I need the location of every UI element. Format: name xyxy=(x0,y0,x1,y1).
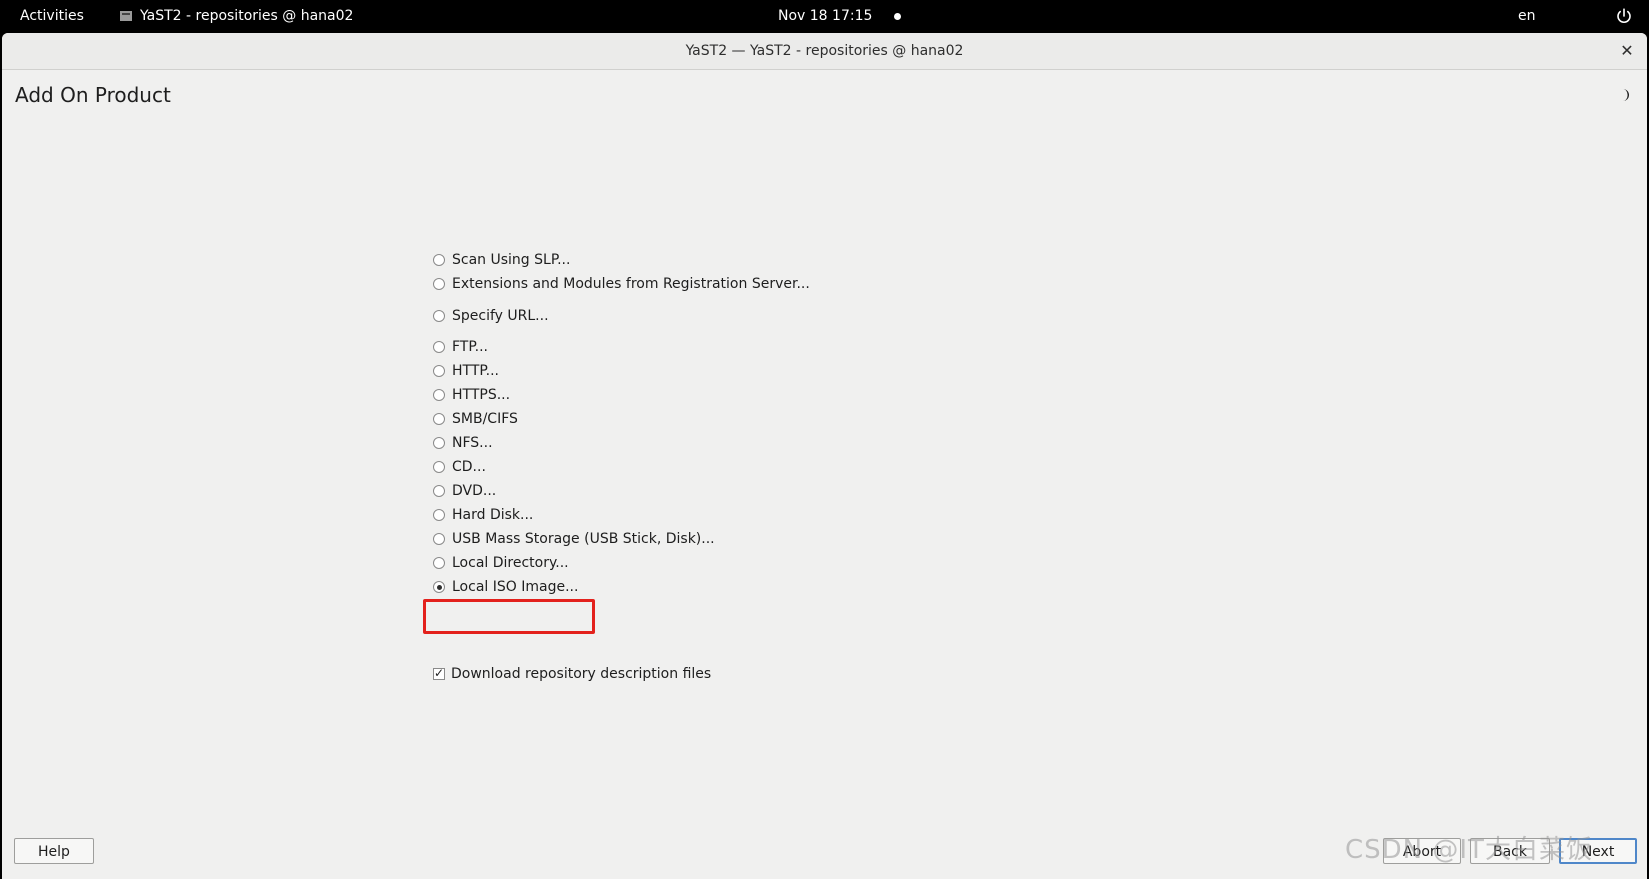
yast-window: YaST2 — YaST2 - repositories @ hana02 ✕ … xyxy=(2,33,1647,879)
radio-button[interactable] xyxy=(433,485,445,497)
radio-label: CD... xyxy=(452,459,486,475)
radio-label: Extensions and Modules from Registration… xyxy=(452,276,810,292)
power-icon[interactable] xyxy=(1616,8,1632,24)
download-description-checkbox-row[interactable]: ✓ Download repository description files xyxy=(433,663,711,685)
radio-label: Local Directory... xyxy=(452,555,569,571)
window-title: YaST2 — YaST2 - repositories @ hana02 xyxy=(685,43,964,59)
app-menu[interactable]: YaST2 - repositories @ hana02 xyxy=(120,8,353,24)
moon-icon[interactable] xyxy=(1619,88,1633,102)
radio-button[interactable] xyxy=(433,278,445,290)
radio-button[interactable] xyxy=(433,533,445,545)
radio-button[interactable] xyxy=(433,341,445,353)
app-menu-label: YaST2 - repositories @ hana02 xyxy=(140,8,354,24)
radio-usb-mass-storage[interactable]: USB Mass Storage (USB Stick, Disk)... xyxy=(433,528,715,550)
radio-smb-cifs[interactable]: SMB/CIFS xyxy=(433,408,518,430)
radio-label: HTTP... xyxy=(452,363,499,379)
radio-button[interactable] xyxy=(433,461,445,473)
activities-button[interactable]: Activities xyxy=(20,8,84,24)
checkmark-icon: ✓ xyxy=(434,666,445,680)
notification-dot-icon xyxy=(894,13,901,20)
radio-hard-disk[interactable]: Hard Disk... xyxy=(433,504,533,526)
radio-label: Local ISO Image... xyxy=(452,579,579,595)
radio-https[interactable]: HTTPS... xyxy=(433,384,510,406)
radio-button[interactable] xyxy=(433,254,445,266)
checkbox-label: Download repository description files xyxy=(451,666,712,682)
radio-scan-slp[interactable]: Scan Using SLP... xyxy=(433,249,570,271)
abort-button[interactable]: Abort xyxy=(1383,838,1461,864)
radio-label: DVD... xyxy=(452,483,497,499)
language-indicator[interactable]: en xyxy=(1518,8,1536,24)
window-titlebar[interactable]: YaST2 — YaST2 - repositories @ hana02 ✕ xyxy=(2,33,1647,70)
radio-button[interactable] xyxy=(433,413,445,425)
radio-label: Hard Disk... xyxy=(452,507,534,523)
radio-button[interactable] xyxy=(433,310,445,322)
radio-button[interactable] xyxy=(433,437,445,449)
highlight-annotation xyxy=(423,599,595,634)
radio-button[interactable] xyxy=(433,557,445,569)
radio-button[interactable] xyxy=(433,389,445,401)
radio-http[interactable]: HTTP... xyxy=(433,360,499,382)
app-icon xyxy=(120,11,132,21)
radio-local-directory[interactable]: Local Directory... xyxy=(433,552,569,574)
page-title: Add On Product xyxy=(15,83,171,107)
radio-button[interactable] xyxy=(433,509,445,521)
radio-label: USB Mass Storage (USB Stick, Disk)... xyxy=(452,531,715,547)
radio-button[interactable] xyxy=(433,365,445,377)
radio-label: FTP... xyxy=(452,339,488,355)
radio-label: SMB/CIFS xyxy=(452,411,518,427)
back-button[interactable]: Back xyxy=(1470,838,1550,864)
radio-specify-url[interactable]: Specify URL... xyxy=(433,305,549,327)
radio-ftp[interactable]: FTP... xyxy=(433,336,488,358)
checkbox[interactable]: ✓ xyxy=(433,666,445,680)
radio-label: NFS... xyxy=(452,435,493,451)
radio-label: Scan Using SLP... xyxy=(452,252,571,268)
radio-label: Specify URL... xyxy=(452,308,549,324)
radio-registration-server[interactable]: Extensions and Modules from Registration… xyxy=(433,273,810,295)
help-button[interactable]: Help xyxy=(14,838,94,864)
radio-button-selected[interactable] xyxy=(433,581,445,593)
radio-label: HTTPS... xyxy=(452,387,511,403)
clock[interactable]: Nov 18 17:15 xyxy=(778,8,872,24)
radio-local-iso-image[interactable]: Local ISO Image... xyxy=(433,576,578,598)
top-bar: Activities YaST2 - repositories @ hana02… xyxy=(0,0,1649,33)
close-icon[interactable]: ✕ xyxy=(1617,33,1637,69)
next-button[interactable]: Next xyxy=(1559,838,1637,864)
radio-cd[interactable]: CD... xyxy=(433,456,486,478)
radio-dvd[interactable]: DVD... xyxy=(433,480,496,502)
radio-nfs[interactable]: NFS... xyxy=(433,432,493,454)
